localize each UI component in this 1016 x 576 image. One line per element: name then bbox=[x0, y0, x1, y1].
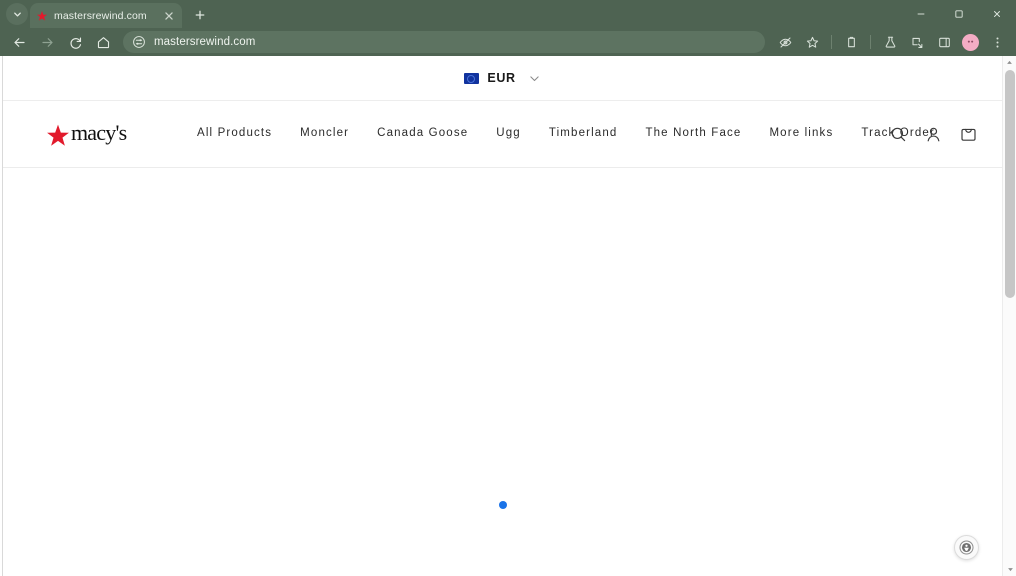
back-button[interactable] bbox=[6, 30, 32, 54]
extensions-button[interactable] bbox=[838, 30, 864, 54]
close-icon bbox=[994, 11, 1000, 17]
tune-icon[interactable] bbox=[132, 35, 146, 49]
chevron-up-icon bbox=[1007, 60, 1012, 64]
nav-link-more-links[interactable]: More links bbox=[755, 128, 847, 140]
home-icon bbox=[97, 36, 109, 48]
macys-wordmark: macy's bbox=[71, 120, 127, 145]
accessibility-widget-button[interactable] bbox=[954, 535, 979, 560]
scrollbar-up-arrow[interactable] bbox=[1003, 56, 1016, 69]
main-navigation: All Products Moncler Canada Goose Ugg Ti… bbox=[183, 128, 934, 140]
browser-menu-button[interactable] bbox=[984, 30, 1010, 54]
accessibility-widget-icon bbox=[959, 540, 974, 555]
flask-icon bbox=[885, 36, 895, 48]
site-header: macy's All Products Moncler Canada Goose… bbox=[3, 101, 1002, 168]
new-tab-button[interactable] bbox=[188, 3, 212, 27]
chevron-down-icon bbox=[529, 75, 539, 81]
search-icon[interactable] bbox=[889, 125, 908, 144]
home-button[interactable] bbox=[90, 30, 116, 54]
window-maximize-button[interactable] bbox=[940, 0, 978, 28]
minimize-icon bbox=[917, 13, 925, 15]
toolbar-divider-2 bbox=[870, 35, 871, 49]
tab-strip: mastersrewind.com bbox=[0, 0, 1016, 28]
share-icon bbox=[911, 37, 922, 48]
page-viewport: EUR macy's All Products Moncler Canada G… bbox=[0, 56, 1016, 576]
eu-flag-icon bbox=[464, 72, 480, 84]
currency-bar: EUR bbox=[3, 56, 1002, 101]
toolbar-divider bbox=[831, 35, 832, 49]
window-minimize-button[interactable] bbox=[902, 0, 940, 28]
currency-selector[interactable]: EUR bbox=[464, 71, 540, 85]
nav-link-the-north-face[interactable]: The North Face bbox=[631, 128, 755, 140]
extensions-icon bbox=[847, 36, 855, 47]
side-panel-icon bbox=[938, 37, 950, 47]
scrollbar-down-arrow[interactable] bbox=[1003, 563, 1016, 576]
window-close-button[interactable] bbox=[978, 0, 1016, 28]
star-icon bbox=[806, 36, 818, 48]
browser-window: mastersrewind.com mastersrewind.com EUR … bbox=[0, 0, 1016, 576]
tab-search-button[interactable] bbox=[6, 3, 28, 25]
nav-link-timberland[interactable]: Timberland bbox=[535, 128, 632, 140]
user-icon[interactable] bbox=[924, 125, 943, 144]
labs-button[interactable] bbox=[877, 30, 903, 54]
macys-star-favicon bbox=[37, 10, 47, 21]
address-bar[interactable]: mastersrewind.com bbox=[123, 31, 765, 53]
arrow-forward-icon bbox=[41, 37, 53, 47]
macys-star-icon bbox=[47, 124, 69, 146]
chevron-down-icon bbox=[1007, 568, 1013, 572]
browser-toolbar: mastersrewind.com bbox=[0, 28, 1016, 56]
reload-icon bbox=[69, 37, 81, 49]
header-action-icons bbox=[879, 125, 978, 144]
shopping-bag-icon[interactable] bbox=[959, 125, 978, 144]
currency-code: EUR bbox=[487, 71, 516, 85]
profile-avatar[interactable] bbox=[962, 33, 979, 51]
nav-link-canada-goose[interactable]: Canada Goose bbox=[363, 128, 482, 140]
nav-link-moncler[interactable]: Moncler bbox=[286, 128, 363, 140]
reload-button[interactable] bbox=[62, 30, 88, 54]
arrow-back-icon bbox=[13, 37, 25, 47]
tab-title: mastersrewind.com bbox=[54, 9, 147, 22]
nav-link-ugg[interactable]: Ugg bbox=[482, 128, 535, 140]
web-page: EUR macy's All Products Moncler Canada G… bbox=[2, 56, 1002, 576]
nav-link-all-products[interactable]: All Products bbox=[183, 128, 286, 140]
scrollbar-thumb[interactable] bbox=[1005, 70, 1015, 298]
share-button[interactable] bbox=[904, 30, 930, 54]
carousel-indicator-dot[interactable] bbox=[498, 501, 507, 509]
address-bar-url: mastersrewind.com bbox=[154, 36, 256, 48]
window-controls bbox=[902, 0, 1016, 28]
three-dots-icon bbox=[995, 36, 999, 48]
avatar-icon bbox=[967, 40, 974, 43]
page-content bbox=[3, 168, 1002, 573]
plus-icon bbox=[195, 10, 205, 20]
svg-text:macy's: macy's bbox=[71, 120, 127, 145]
site-logo[interactable]: macy's bbox=[3, 120, 183, 148]
chevron-down-icon bbox=[13, 12, 21, 16]
tab-close-icon[interactable] bbox=[162, 9, 176, 23]
bookmark-button[interactable] bbox=[799, 30, 825, 54]
maximize-icon bbox=[955, 10, 963, 18]
page-scrollbar[interactable] bbox=[1002, 56, 1016, 576]
tracking-protection-button[interactable] bbox=[772, 30, 798, 54]
forward-button[interactable] bbox=[34, 30, 60, 54]
browser-tab[interactable]: mastersrewind.com bbox=[30, 3, 182, 28]
side-panel-button[interactable] bbox=[931, 30, 957, 54]
eye-off-icon bbox=[779, 36, 791, 48]
toolbar-right-actions bbox=[772, 30, 1010, 54]
